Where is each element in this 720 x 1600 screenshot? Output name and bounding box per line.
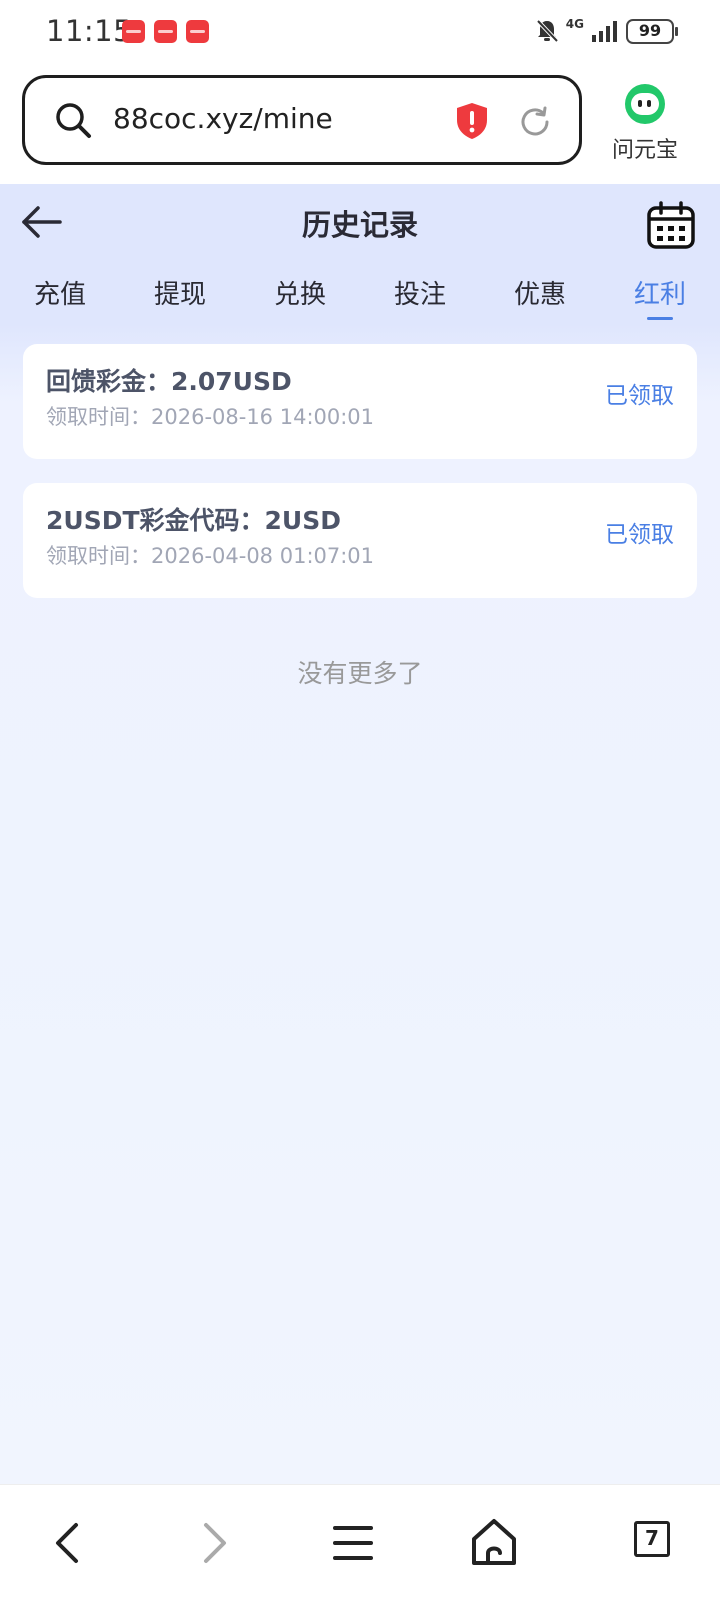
record-time-row: 领取时间：2026-04-08 01:07:01 xyxy=(46,540,374,570)
status-time: 11:15 xyxy=(46,14,133,48)
tab-bets[interactable]: 投注 xyxy=(360,264,480,320)
back-icon[interactable] xyxy=(38,1513,98,1573)
signal-icon xyxy=(592,21,617,42)
notification-icons xyxy=(122,20,209,43)
app-notification-icon xyxy=(186,20,209,43)
status-indicators: 4G 99 xyxy=(534,17,678,44)
bell-muted-icon xyxy=(536,19,559,43)
battery-level: 99 xyxy=(638,20,662,40)
record-time-row: 领取时间：2026-08-16 14:00:01 xyxy=(46,401,374,431)
home-icon[interactable] xyxy=(464,1513,524,1573)
network-type: 4G xyxy=(565,17,584,31)
forward-icon[interactable] xyxy=(184,1513,244,1573)
record-title: 2USDT彩金代码：2USD xyxy=(46,506,341,535)
tab-exchange[interactable]: 兑换 xyxy=(240,264,360,320)
menu-icon[interactable] xyxy=(323,1513,383,1573)
record-time: 2026-04-08 01:07:01 xyxy=(151,544,375,568)
page-header: 历史记录 xyxy=(0,184,720,264)
bonus-record-list: 回馈彩金：2.07USD 领取时间：2026-08-16 14:00:01 已领… xyxy=(23,344,697,622)
tab-recharge[interactable]: 充值 xyxy=(0,264,120,320)
status-bar: 11:15 4G 99 xyxy=(0,0,720,64)
ai-assistant-button[interactable]: 问元宝 xyxy=(600,82,690,172)
history-page: 历史记录 充值 提现 兑换 投注 优惠 红利 回馈彩金：2.07USD 领取时间… xyxy=(0,184,720,1484)
record-status: 已领取 xyxy=(605,383,674,409)
record-time: 2026-08-16 14:00:01 xyxy=(151,405,375,429)
tab-bonus[interactable]: 红利 xyxy=(600,264,720,320)
refresh-icon[interactable] xyxy=(518,105,552,139)
tab-switcher-button[interactable]: 7 xyxy=(634,1521,670,1557)
record-time-label: 领取时间： xyxy=(46,544,151,568)
record-title: 回馈彩金：2.07USD xyxy=(46,367,292,396)
yuanbao-icon xyxy=(625,84,665,124)
url-text[interactable]: 88coc.xyz/mine xyxy=(113,102,333,135)
battery-indicator: 99 xyxy=(626,18,678,44)
bonus-record-card[interactable]: 回馈彩金：2.07USD 领取时间：2026-08-16 14:00:01 已领… xyxy=(23,344,697,459)
search-icon xyxy=(56,103,91,138)
address-bar[interactable]: 88coc.xyz/mine xyxy=(22,75,582,165)
tab-withdraw[interactable]: 提现 xyxy=(120,264,240,320)
history-tabs: 充值 提现 兑换 投注 优惠 红利 xyxy=(0,264,720,320)
security-warning-icon[interactable] xyxy=(455,102,489,140)
browser-bottom-nav: 7 xyxy=(0,1484,720,1600)
app-notification-icon xyxy=(122,20,145,43)
ai-assistant-label: 问元宝 xyxy=(611,138,678,163)
record-time-label: 领取时间： xyxy=(46,405,151,429)
page-title: 历史记录 xyxy=(301,208,418,242)
bonus-record-card[interactable]: 2USDT彩金代码：2USD 领取时间：2026-04-08 01:07:01 … xyxy=(23,483,697,598)
record-status: 已领取 xyxy=(605,522,674,548)
tab-promotions[interactable]: 优惠 xyxy=(480,264,600,320)
app-notification-icon xyxy=(154,20,177,43)
browser-toolbar: 88coc.xyz/mine 问元宝 xyxy=(0,64,720,184)
calendar-icon[interactable] xyxy=(646,200,696,250)
end-of-list-text: 没有更多了 xyxy=(297,659,423,688)
